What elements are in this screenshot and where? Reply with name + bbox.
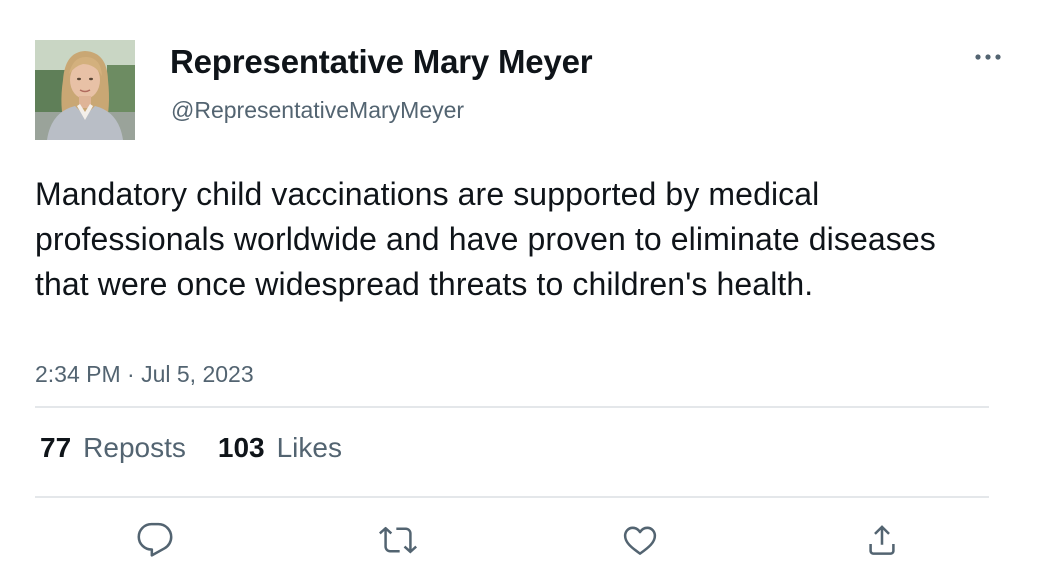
likes-count: 103 xyxy=(217,432,265,463)
repost-button[interactable] xyxy=(376,518,420,562)
tweet-text: Mandatory child vaccinations are support… xyxy=(35,176,936,302)
author-display-name[interactable]: Representative Mary Meyer xyxy=(170,43,593,81)
divider xyxy=(35,406,989,408)
divider xyxy=(35,496,989,498)
avatar[interactable] xyxy=(35,40,135,140)
like-button[interactable] xyxy=(618,518,662,562)
tweet-card: Representative Mary Meyer @Representativ… xyxy=(0,0,1050,570)
reply-button[interactable] xyxy=(133,518,177,562)
likes-label: Likes xyxy=(276,432,342,463)
share-button[interactable] xyxy=(860,518,904,562)
likes-stat[interactable]: 103 Likes xyxy=(218,432,342,464)
engagement-stats: 77 Reposts 103 Likes xyxy=(40,432,374,464)
repost-icon xyxy=(379,526,417,554)
reposts-count: 77 xyxy=(40,432,72,463)
tweet-timestamp[interactable]: 2:34 PM · Jul 5, 2023 xyxy=(35,361,254,388)
reposts-label: Reposts xyxy=(83,432,186,463)
more-options-button[interactable] xyxy=(968,42,1008,72)
reply-icon xyxy=(137,522,173,557)
heart-icon xyxy=(623,526,657,555)
reposts-stat[interactable]: 77 Reposts xyxy=(40,432,186,464)
author-handle[interactable]: @RepresentativeMaryMeyer xyxy=(171,97,464,124)
share-icon xyxy=(869,525,895,555)
more-horizontal-icon xyxy=(975,54,1001,60)
avatar-photo xyxy=(35,40,135,140)
